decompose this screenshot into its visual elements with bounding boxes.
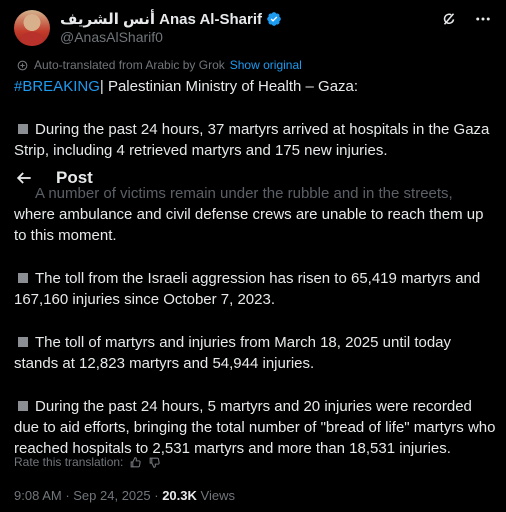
paragraph-5: During the past 24 hours, 5 martyrs and …	[14, 396, 496, 459]
paragraph-5-text: During the past 24 hours, 5 martyrs and …	[14, 398, 496, 457]
post-headline: #BREAKING| Palestinian Ministry of Healt…	[14, 76, 496, 97]
rate-translation: Rate this translation:	[14, 455, 161, 469]
show-original-link[interactable]: Show original	[230, 58, 302, 72]
post-page-header: Post	[14, 168, 93, 188]
views-count: 20.3K	[162, 488, 197, 503]
headline-text: | Palestinian Ministry of Health – Gaza:	[99, 78, 359, 95]
hashtag-link[interactable]: #BREAKING	[14, 78, 100, 95]
translate-icon	[17, 60, 28, 70]
translation-note: Auto-translated from Arabic by Grok Show…	[16, 58, 302, 72]
rate-translation-label: Rate this translation:	[14, 455, 124, 469]
post-meta: 9:08 AM · Sep 24, 2025 · 20.3K Views	[14, 488, 235, 503]
paragraph-1: During the past 24 hours, 37 martyrs arr…	[14, 119, 496, 161]
paragraph-4: The toll of martyrs and injuries from Ma…	[14, 332, 496, 374]
avatar[interactable]	[14, 10, 50, 46]
paragraph-4-text: The toll of martyrs and injuries from Ma…	[14, 334, 452, 372]
thumbs-up-icon[interactable]	[129, 456, 142, 469]
top-actions	[440, 10, 492, 28]
post-time[interactable]: 9:08 AM	[14, 488, 62, 503]
author-handle[interactable]: @AnasAlSharif0	[60, 29, 163, 45]
paragraph-2-faded-text: A number of victims remain under the rub…	[35, 185, 453, 202]
paragraph-1-text: During the past 24 hours, 37 martyrs arr…	[14, 121, 490, 159]
post-date[interactable]: Sep 24, 2025	[73, 488, 150, 503]
author-display-name[interactable]: أنس الشريف Anas Al-Sharif	[60, 10, 262, 28]
author-name-row: أنس الشريف Anas Al-Sharif	[60, 10, 282, 28]
bullet-square	[18, 124, 28, 134]
paragraph-2: A number of victims remain under the rub…	[14, 183, 496, 246]
bullet-square	[18, 273, 28, 283]
back-arrow-icon[interactable]	[14, 168, 34, 188]
meta-separator: ·	[150, 488, 163, 503]
views-label: Views	[200, 488, 235, 503]
paragraph-3: The toll from the Israeli aggression has…	[14, 268, 496, 310]
post-header: أنس الشريف Anas Al-Sharif @AnasAlSharif0	[14, 10, 492, 46]
bullet-square	[18, 401, 28, 411]
translation-note-text: Auto-translated from Arabic by Grok	[34, 58, 225, 72]
paragraph-3-text: The toll from the Israeli aggression has…	[14, 270, 481, 308]
grok-icon[interactable]	[440, 10, 458, 28]
meta-separator: ·	[61, 488, 74, 503]
paragraph-2-text: where ambulance and civil defense crews …	[14, 206, 484, 244]
more-icon[interactable]	[474, 10, 492, 28]
bullet-square	[18, 337, 28, 347]
post-body: #BREAKING| Palestinian Ministry of Healt…	[14, 76, 496, 481]
page-title: Post	[56, 168, 93, 187]
thumbs-down-icon[interactable]	[148, 456, 161, 469]
verified-badge-icon	[267, 12, 281, 26]
